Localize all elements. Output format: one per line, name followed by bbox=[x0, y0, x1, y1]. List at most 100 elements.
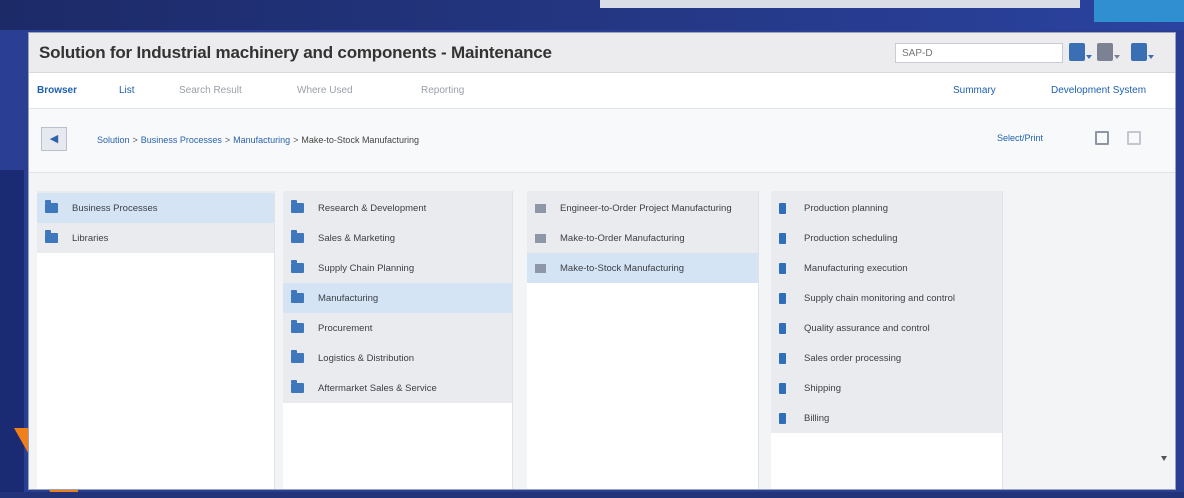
export-icon[interactable] bbox=[1069, 43, 1092, 61]
list-item[interactable]: Business Processes bbox=[37, 193, 274, 223]
list-item[interactable]: Make-to-Order Manufacturing bbox=[527, 223, 758, 253]
list-item[interactable]: Procurement bbox=[283, 313, 512, 343]
table-icon bbox=[535, 263, 546, 273]
column-level-4-list: Production planning Production schedulin… bbox=[771, 191, 1002, 433]
list-item-label: Make-to-Order Manufacturing bbox=[560, 232, 685, 244]
breadcrumb: Solution > Business Processes > Manufacturin… bbox=[97, 135, 419, 145]
list-item-label: Billing bbox=[804, 412, 830, 424]
tab-search-result[interactable]: Search Result bbox=[179, 85, 242, 96]
column-view-icon[interactable] bbox=[1095, 131, 1109, 145]
list-item[interactable]: Supply chain monitoring and control bbox=[771, 283, 1002, 313]
document-icon bbox=[779, 292, 786, 304]
tab-reporting[interactable]: Reporting bbox=[421, 85, 464, 96]
list-item-label: Production planning bbox=[804, 202, 888, 214]
list-item-label: Shipping bbox=[804, 382, 841, 394]
list-item[interactable]: Manufacturing bbox=[283, 283, 512, 313]
breadcrumb-separator: > bbox=[293, 135, 299, 145]
folder-icon bbox=[291, 290, 304, 303]
summary-menu[interactable]: Summary bbox=[953, 85, 996, 96]
list-item-label: Business Processes bbox=[72, 202, 158, 214]
list-item-label: Engineer-to-Order Project Manufacturing bbox=[560, 202, 732, 214]
list-item[interactable]: Shipping bbox=[771, 373, 1002, 403]
folder-icon bbox=[291, 260, 304, 273]
scroll-down-arrow-icon[interactable] bbox=[1161, 456, 1167, 461]
list-item-label: Manufacturing execution bbox=[804, 262, 908, 274]
list-item[interactable]: Manufacturing execution bbox=[771, 253, 1002, 283]
tab-bar: Browser List Search Result Where Used Re… bbox=[29, 73, 1175, 109]
list-item-label: Research & Development bbox=[318, 202, 427, 214]
list-item[interactable]: Logistics & Distribution bbox=[283, 343, 512, 373]
backdrop-top-right bbox=[1094, 0, 1184, 22]
list-item-label: Procurement bbox=[318, 322, 373, 334]
list-item[interactable]: Research & Development bbox=[283, 193, 512, 223]
column-level-1-list: Business Processes Libraries bbox=[37, 191, 274, 253]
tab-list[interactable]: List bbox=[119, 85, 135, 96]
column-level-1: Business Processes Libraries bbox=[37, 191, 275, 489]
backdrop-window-strip bbox=[600, 0, 1080, 8]
column-level-3: Engineer-to-Order Project Manufacturing … bbox=[527, 191, 759, 489]
tab-where-used[interactable]: Where Used bbox=[297, 85, 353, 96]
backdrop-left-band bbox=[0, 170, 24, 498]
document-icon bbox=[779, 202, 786, 214]
document-menu-icon[interactable] bbox=[1131, 43, 1154, 61]
list-item-label: Aftermarket Sales & Service bbox=[318, 382, 437, 394]
document-icon bbox=[779, 412, 786, 424]
list-item[interactable]: Sales order processing bbox=[771, 343, 1002, 373]
folder-icon bbox=[291, 230, 304, 243]
column-level-2-list: Research & Development Sales & Marketing… bbox=[283, 191, 512, 403]
folder-icon bbox=[45, 200, 58, 213]
document-icon bbox=[779, 382, 786, 394]
list-item-label: Supply Chain Planning bbox=[318, 262, 415, 274]
back-button[interactable]: ◀ bbox=[41, 127, 67, 151]
breadcrumb-business-processes[interactable]: Business Processes bbox=[141, 135, 222, 145]
folder-icon bbox=[291, 380, 304, 393]
table-icon bbox=[535, 203, 546, 213]
document-icon bbox=[779, 352, 786, 364]
breadcrumb-current: Make-to-Stock Manufacturing bbox=[301, 135, 419, 145]
column-browser: Business Processes Libraries Research & … bbox=[29, 183, 1169, 489]
list-item[interactable]: Production scheduling bbox=[771, 223, 1002, 253]
development-system-menu[interactable]: Development System bbox=[1051, 85, 1146, 96]
document-icon bbox=[779, 322, 786, 334]
list-item[interactable]: Engineer-to-Order Project Manufacturing bbox=[527, 193, 758, 223]
breadcrumb-bar: ◀ Solution > Business Processes > Manufactur… bbox=[29, 109, 1175, 173]
tab-browser[interactable]: Browser bbox=[37, 85, 77, 96]
column-level-3-list: Engineer-to-Order Project Manufacturing … bbox=[527, 191, 758, 283]
breadcrumb-solution[interactable]: Solution bbox=[97, 135, 130, 145]
breadcrumb-separator: > bbox=[224, 135, 231, 145]
list-item[interactable]: Sales & Marketing bbox=[283, 223, 512, 253]
folder-icon bbox=[291, 350, 304, 363]
breadcrumb-manufacturing[interactable]: Manufacturing bbox=[233, 135, 290, 145]
folder-icon bbox=[291, 200, 304, 213]
column-level-2: Research & Development Sales & Marketing… bbox=[283, 191, 513, 489]
list-item-label: Quality assurance and control bbox=[804, 322, 930, 334]
list-item[interactable]: Production planning bbox=[771, 193, 1002, 223]
list-item[interactable]: Make-to-Stock Manufacturing bbox=[527, 253, 758, 283]
title-bar: Solution for Industrial machinery and co… bbox=[29, 33, 1175, 73]
breadcrumb-separator: > bbox=[132, 135, 138, 145]
list-item-label: Production scheduling bbox=[804, 232, 898, 244]
table-icon bbox=[535, 233, 546, 243]
list-item-label: Manufacturing bbox=[318, 292, 379, 304]
window-title: Solution for Industrial machinery and co… bbox=[39, 43, 552, 62]
list-item-label: Logistics & Distribution bbox=[318, 352, 415, 364]
search-input[interactable] bbox=[895, 43, 1063, 63]
list-item[interactable]: Libraries bbox=[37, 223, 274, 253]
select-print-menu[interactable]: Select/Print bbox=[997, 133, 1043, 143]
layout-icon[interactable] bbox=[1097, 43, 1120, 61]
folder-icon bbox=[291, 320, 304, 333]
backdrop-bottom-band bbox=[0, 492, 1184, 498]
folder-icon bbox=[45, 230, 58, 243]
application-window: Solution for Industrial machinery and co… bbox=[28, 32, 1176, 490]
list-item-label: Sales order processing bbox=[804, 352, 902, 364]
list-item[interactable]: Quality assurance and control bbox=[771, 313, 1002, 343]
list-item[interactable]: Aftermarket Sales & Service bbox=[283, 373, 512, 403]
list-item[interactable]: Billing bbox=[771, 403, 1002, 433]
back-arrow-icon: ◀ bbox=[49, 133, 59, 145]
list-view-icon[interactable] bbox=[1127, 131, 1141, 145]
list-item-label: Sales & Marketing bbox=[318, 232, 396, 244]
document-icon bbox=[779, 262, 786, 274]
list-item-label: Supply chain monitoring and control bbox=[804, 292, 956, 304]
list-item-label: Make-to-Stock Manufacturing bbox=[560, 262, 685, 274]
list-item[interactable]: Supply Chain Planning bbox=[283, 253, 512, 283]
